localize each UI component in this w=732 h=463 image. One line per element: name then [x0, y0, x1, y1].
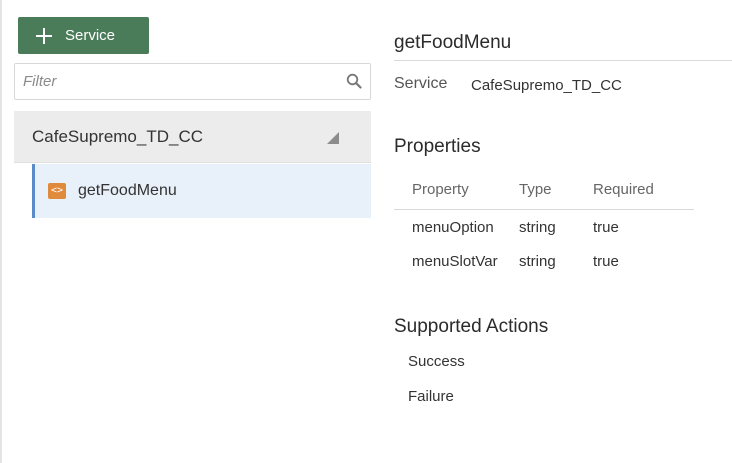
property-type-cell: string	[519, 253, 556, 270]
properties-table: Property Type Required menuOption string…	[394, 170, 694, 279]
add-service-button-label: Service	[65, 27, 116, 44]
filter-box	[14, 63, 371, 100]
plus-icon	[36, 27, 52, 44]
properties-heading: Properties	[394, 136, 481, 157]
page-title: getFoodMenu	[394, 32, 512, 53]
expand-caret-icon[interactable]	[327, 132, 339, 144]
table-row: menuOption string true	[394, 209, 694, 244]
action-item: Failure	[408, 388, 454, 405]
add-service-button[interactable]: Service	[18, 17, 149, 54]
column-header-property: Property	[394, 170, 519, 210]
filter-input[interactable]	[15, 64, 335, 99]
property-name-cell: menuOption	[412, 219, 494, 237]
column-header-type: Type	[519, 170, 593, 210]
column-header-required: Required	[593, 170, 694, 210]
code-brackets-icon: <>	[48, 183, 66, 199]
table-header-row: Property Type Required	[394, 170, 694, 210]
property-name-cell: menuSlotVar	[412, 253, 498, 270]
search-icon[interactable]	[346, 73, 362, 89]
component-item-getfoodmenu[interactable]: <> getFoodMenu	[32, 164, 371, 218]
service-item-label: CafeSupremo_TD_CC	[32, 126, 204, 146]
service-field-value: CafeSupremo_TD_CC	[471, 77, 622, 94]
service-item[interactable]: CafeSupremo_TD_CC	[14, 111, 371, 163]
service-field-label: Service	[394, 75, 448, 92]
action-item: Success	[408, 353, 465, 370]
window-edge	[0, 0, 2, 463]
table-row: menuSlotVar string true	[394, 244, 694, 279]
supported-actions-heading: Supported Actions	[394, 316, 549, 337]
property-required-cell: true	[593, 253, 619, 270]
property-type-cell: string	[519, 219, 556, 237]
app-root: Service CafeSupremo_TD_CC <> getFoodMenu…	[0, 0, 732, 463]
component-item-label: getFoodMenu	[78, 182, 177, 199]
property-required-cell: true	[593, 219, 619, 237]
title-divider	[394, 60, 732, 61]
